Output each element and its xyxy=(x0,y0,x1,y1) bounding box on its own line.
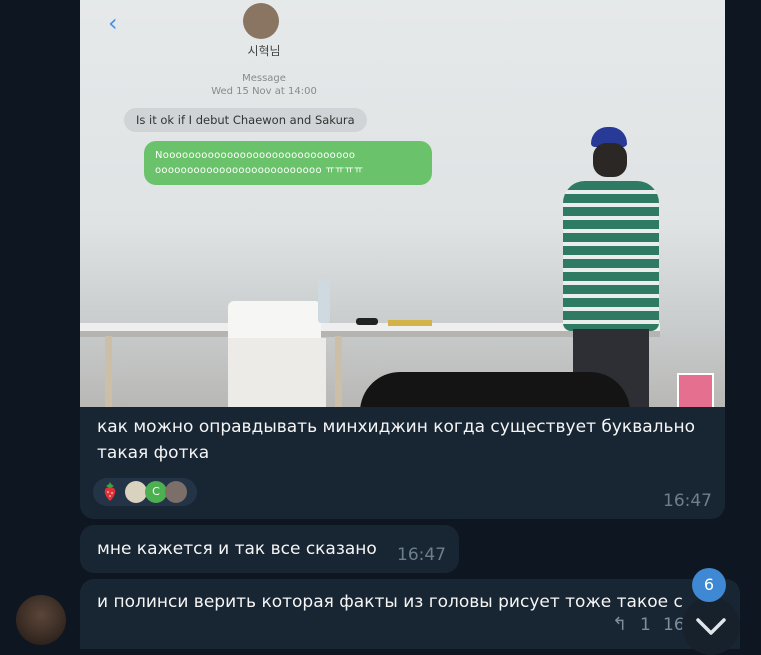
chevron-down-icon xyxy=(696,618,726,635)
table-leg xyxy=(335,336,342,407)
contact-avatar xyxy=(243,3,279,39)
reply-count: 1 xyxy=(640,615,651,635)
head xyxy=(593,143,627,177)
message-bubble[interactable]: и полинси верить которая факты из головы… xyxy=(80,579,740,649)
reactions-bar[interactable]: C xyxy=(93,478,197,506)
message-photo[interactable]: ‹ 시혁님 Message Wed 15 Nov at 14:00 Is it … xyxy=(80,0,725,407)
tv-logo xyxy=(677,373,714,407)
table-leg xyxy=(105,336,112,407)
reaction-avatar-1[interactable] xyxy=(125,481,147,503)
reaction-avatar-3[interactable] xyxy=(165,481,187,503)
message-text: мне кажется и так все сказано xyxy=(97,539,377,559)
projected-chat-screenshot: ‹ 시혁님 Message Wed 15 Nov at 14:00 Is it … xyxy=(94,0,432,200)
unread-badge[interactable]: 6 xyxy=(692,568,726,602)
message-meta: Message Wed 15 Nov at 14:00 xyxy=(194,72,334,98)
audience-silhouette xyxy=(360,372,630,407)
message-bubble[interactable]: мне кажется и так все сказано 16:47 xyxy=(80,525,459,573)
message-text: и полинси верить которая факты из головы… xyxy=(97,592,683,612)
reaction-avatar-2[interactable]: C xyxy=(145,481,167,503)
outgoing-message: Noooooooooooooooooooooooooooooo oooooooo… xyxy=(144,141,432,185)
sender-avatar[interactable] xyxy=(16,595,66,645)
incoming-message: Is it ok if I debut Chaewon and Sakura xyxy=(124,108,367,132)
meta-label: Message xyxy=(242,73,286,84)
strawberry-icon[interactable] xyxy=(99,481,121,503)
message-text: как можно оправдывать минхиджин когда су… xyxy=(97,417,696,463)
water-bottle xyxy=(318,279,330,323)
back-chevron-icon: ‹ xyxy=(108,9,118,37)
speaker-person xyxy=(545,125,659,407)
microphone xyxy=(356,318,378,325)
contact-name: 시혁님 xyxy=(247,44,281,58)
message-time: 16:47 xyxy=(397,545,446,565)
message-time: 16:47 xyxy=(663,491,712,511)
scroll-down-button[interactable] xyxy=(682,597,740,655)
message-bubble[interactable]: ‹ 시혁님 Message Wed 15 Nov at 14:00 Is it … xyxy=(80,0,725,519)
striped-sweater xyxy=(563,181,659,331)
reply-icon[interactable]: ↰ xyxy=(612,614,627,635)
chair-seat xyxy=(228,338,326,407)
notepad xyxy=(388,320,432,326)
meta-date: Wed 15 Nov at 14:00 xyxy=(211,86,317,97)
